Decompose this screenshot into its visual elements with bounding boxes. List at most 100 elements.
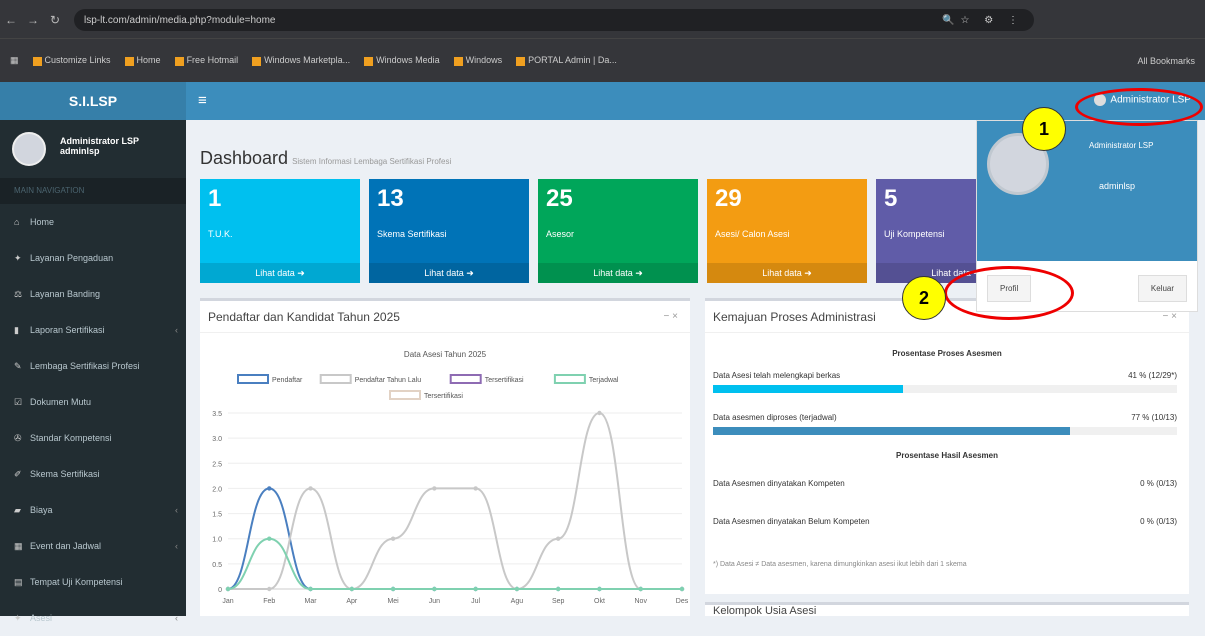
bookmark-item[interactable]: Windows: [453, 55, 502, 66]
bookmark-icon: [124, 56, 134, 66]
browser-actions-icons[interactable]: 🔍☆ ⚙ ⋮: [942, 15, 1024, 26]
data-point: [390, 586, 396, 592]
annotation-ring: [944, 266, 1074, 320]
back-icon[interactable]: ←: [0, 13, 22, 27]
app-logo[interactable]: S.I.LSP: [0, 82, 186, 120]
legend-label: Tersertifikasi: [424, 393, 463, 400]
bookmark-item[interactable]: Windows Media: [364, 55, 440, 66]
sidebar-item[interactable]: ▦ Event dan Jadwal ‹: [0, 528, 186, 564]
sidebar-item[interactable]: ✦ Asesi ‹: [0, 600, 186, 636]
data-point: [225, 586, 231, 592]
sidebar-item-label: Laporan Sertifikasi: [30, 325, 105, 335]
progress-bar-fill: [713, 385, 904, 393]
progress-label: Data Asesmen dinyatakan Kompeten: [713, 479, 845, 488]
sidebar-item[interactable]: ▮ Laporan Sertifikasi ‹: [0, 312, 186, 348]
nav-header: MAIN NAVIGATION: [0, 178, 186, 204]
stat-number: 29: [715, 185, 742, 212]
chevron-left-icon: ‹: [175, 541, 178, 551]
x-tick-label: Jun: [429, 598, 440, 605]
bookmark-icon: [252, 56, 262, 66]
bookmark-icon: [32, 56, 42, 66]
bookmark-icon: [516, 56, 526, 66]
browser-toolbar: ← → ↻ lsp-lt.com/admin/media.php?module=…: [0, 0, 1205, 38]
x-tick-label: Des: [676, 598, 689, 605]
all-bookmarks[interactable]: All Bookmarks: [1137, 56, 1195, 66]
stat-number: 5: [884, 185, 898, 212]
logout-button[interactable]: Keluar: [1137, 275, 1187, 302]
building-icon: ▤: [14, 577, 23, 587]
bookmark-item[interactable]: PORTAL Admin | Da...: [516, 55, 617, 66]
sidebar: Administrator LSP adminlsp MAIN NAVIGATIO…: [0, 120, 186, 623]
more-info-link[interactable]: Lihat data ➜: [369, 263, 529, 283]
dropdown-user-name: Administrator LSP: [1089, 141, 1154, 150]
data-point: [349, 586, 355, 592]
line-chart: Data Asesi Tahun 2025 Pendaftar Pendaftar …: [212, 350, 689, 605]
bookmark-item[interactable]: Windows Marketpla...: [252, 55, 350, 66]
check-icon: ☑: [14, 397, 23, 407]
x-tick-label: Mar: [305, 598, 318, 605]
more-info-link[interactable]: Lihat data ➜: [538, 263, 698, 283]
data-point: [473, 486, 478, 491]
data-point: [473, 586, 478, 592]
forward-icon[interactable]: →: [22, 13, 44, 27]
page-title-text: Dashboard: [200, 148, 289, 168]
url-text: lsp-lt.com/admin/media.php?module=home: [84, 14, 276, 26]
progress-label: Data Asesmen dinyatakan Belum Kompeten: [713, 517, 870, 526]
stat-number: 25: [546, 185, 573, 212]
reload-icon[interactable]: ↻: [44, 13, 66, 27]
data-point: [555, 586, 561, 592]
bookmarks-bar: ▦ Customize Links Home Free Hotmail Windows…: [0, 38, 1205, 82]
sidebar-item[interactable]: ▤ Tempat Uji Kompetensi: [0, 564, 186, 600]
bookmark-item[interactable]: Free Hotmail: [174, 55, 239, 66]
progress-value: 0 % (0/13): [1140, 517, 1177, 526]
legend-swatch: [553, 374, 586, 384]
sidebar-item[interactable]: ✎ Lembaga Sertifikasi Profesi: [0, 348, 186, 384]
users-icon: ✦: [14, 253, 22, 263]
y-tick-label: 1.5: [212, 512, 222, 519]
progress-note: *) Data Asesi ≠ Data asesmen, karena dim…: [713, 561, 967, 568]
sidebar-item-label: Layanan Banding: [30, 289, 101, 299]
x-tick-label: Mei: [387, 598, 399, 605]
stat-label: Asesor: [546, 229, 575, 239]
y-tick-label: 3.5: [212, 411, 222, 418]
bookmark-icon: [364, 56, 374, 66]
stat-label: T.U.K.: [208, 229, 233, 239]
chevron-left-icon: ‹: [175, 325, 178, 335]
sidebar-item[interactable]: ⌂ Home: [0, 204, 186, 240]
sidebar-item[interactable]: ⚖ Layanan Banding: [0, 276, 186, 312]
book-icon: ▮: [14, 325, 19, 335]
sidebar-item[interactable]: ✇ Standar Kompetensi: [0, 420, 186, 456]
more-info-link[interactable]: Lihat data ➜: [707, 263, 867, 283]
legend-label: Terjadwal: [589, 377, 619, 384]
bookmark-label: Free Hotmail: [186, 55, 239, 66]
x-tick-label: Sep: [552, 598, 565, 605]
sidebar-item[interactable]: ✦ Layanan Pengaduan: [0, 240, 186, 276]
main-header: S.I.LSP ≡ Administrator LSP: [0, 82, 1205, 120]
sidebar-item-label: Standar Kompetensi: [30, 433, 112, 443]
data-point: [638, 586, 643, 592]
bookmark-item[interactable]: Customize Links: [32, 55, 111, 66]
sidebar-item[interactable]: ☑ Dokumen Mutu: [0, 384, 186, 420]
page-subtitle: Sistem Informasi Lembaga Sertifikasi Pro…: [292, 157, 452, 166]
more-info-link[interactable]: Lihat data ➜: [200, 263, 360, 283]
progress-bar-fill: [713, 427, 1071, 435]
legend-swatch: [237, 374, 269, 384]
x-tick-label: Agu: [511, 598, 524, 605]
x-tick-label: Jul: [471, 598, 480, 605]
bookmark-label: PORTAL Admin | Da...: [528, 55, 617, 66]
y-tick-label: 0.5: [212, 562, 222, 569]
chart-title: Data Asesi Tahun 2025: [404, 350, 487, 359]
annotation-ring: [1075, 88, 1203, 126]
apps-icon[interactable]: ▦: [10, 55, 19, 66]
data-point: [390, 536, 396, 541]
panel-tools-icon[interactable]: − ×: [664, 301, 678, 333]
sidebar-toggle-icon[interactable]: ≡: [198, 92, 207, 109]
legend-label: Pendaftar: [272, 377, 303, 384]
address-bar[interactable]: lsp-lt.com/admin/media.php?module=home 🔍…: [74, 9, 1034, 31]
sidebar-item[interactable]: ▰ Biaya ‹: [0, 492, 186, 528]
bookmark-item[interactable]: Home: [124, 55, 161, 66]
sidebar-item-label: Skema Sertifikasi: [30, 469, 100, 479]
page-title: Dashboard Sistem Informasi Lembaga Sertif…: [200, 148, 451, 169]
sidebar-item[interactable]: ✐ Skema Sertifikasi: [0, 456, 186, 492]
age-group-panel: Kelompok Usia Asesi: [705, 602, 1189, 617]
